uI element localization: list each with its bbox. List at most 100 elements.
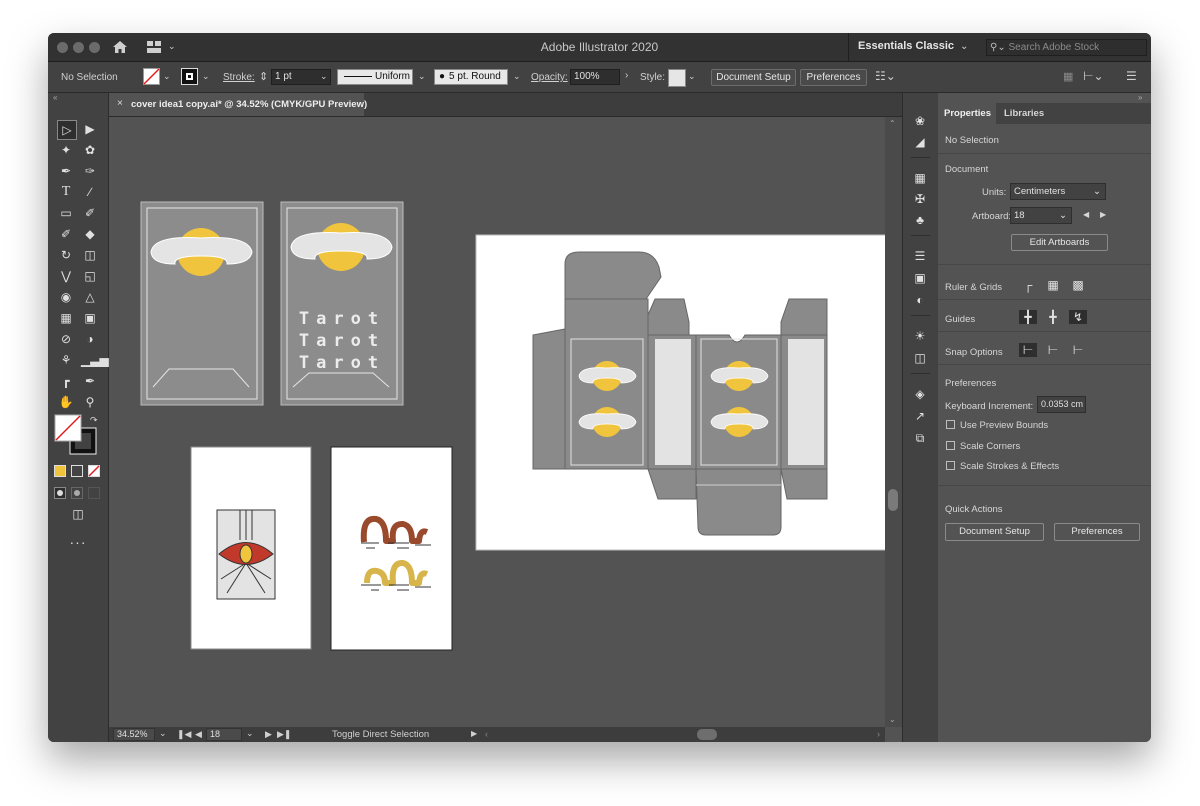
use-preview-bounds-checkbox[interactable]	[946, 420, 955, 429]
status-menu-icon[interactable]: ▶	[471, 729, 477, 738]
quick-preferences-button[interactable]: Preferences	[1054, 523, 1140, 541]
chevron-right-icon[interactable]: ›	[877, 729, 880, 739]
chevron-right-icon[interactable]: ›	[625, 70, 628, 81]
collapse-panel-icon[interactable]: »	[1138, 93, 1142, 102]
keyboard-increment-field[interactable]: 0.0353 cm	[1037, 396, 1086, 413]
color-mode-buttons[interactable]	[54, 465, 102, 477]
snap-to-point-icon[interactable]: ⊢	[1019, 343, 1037, 357]
chevron-left-icon[interactable]: ‹	[485, 729, 488, 739]
hand-tool-icon[interactable]: ✋	[57, 393, 75, 411]
snap-to-glyph-icon[interactable]: ⊢	[1069, 343, 1087, 357]
pen-tool-icon[interactable]: ✒	[57, 162, 75, 180]
eraser-tool-icon[interactable]: ◆	[81, 225, 99, 243]
artboard-serpent-card[interactable]	[330, 446, 453, 651]
rulers-icon[interactable]: ┌	[1019, 278, 1037, 292]
blend-tool-icon[interactable]: ◑	[81, 330, 99, 348]
edit-artboards-button[interactable]: Edit Artboards	[1011, 234, 1108, 251]
chevron-down-icon[interactable]: ⌄	[202, 71, 210, 82]
slice-tool-icon[interactable]: ✒	[81, 372, 99, 390]
zoom-tool-icon[interactable]: ⚲	[81, 393, 99, 411]
transparency-icon[interactable]: ◐	[911, 293, 929, 307]
stepper-icon[interactable]: ⇕	[259, 70, 268, 83]
scale-strokes-checkbox[interactable]	[946, 461, 955, 470]
layers-icon[interactable]: ◈	[911, 387, 929, 401]
symbol-sprayer-tool-icon[interactable]: ⚘	[57, 351, 75, 369]
scale-corners-checkbox[interactable]	[946, 441, 955, 450]
units-select[interactable]: Centimeters ⌄	[1010, 183, 1106, 200]
show-guides-icon[interactable]: ╋	[1019, 310, 1037, 324]
symbols-icon[interactable]: ♣	[911, 213, 929, 227]
opacity-field[interactable]: 100%	[570, 69, 620, 85]
chevron-up-icon[interactable]: ⌃	[889, 119, 896, 128]
eyedropper-tool-icon[interactable]: ⊘	[57, 330, 75, 348]
collapse-icon[interactable]: «	[53, 93, 57, 102]
workspace-switcher[interactable]: Essentials Classic	[858, 40, 954, 52]
scrollbar-thumb[interactable]	[888, 489, 898, 511]
tab-libraries[interactable]: Libraries	[1004, 108, 1044, 119]
brushes-icon[interactable]: ✠	[911, 192, 929, 206]
mesh-tool-icon[interactable]: ▦	[57, 309, 75, 327]
chevron-down-icon[interactable]: ⌄	[159, 728, 167, 739]
last-artboard-icon[interactable]: ▶❚	[277, 729, 291, 740]
curvature-tool-icon[interactable]: ✑	[81, 162, 99, 180]
graphic-styles-icon[interactable]: ◫	[911, 351, 929, 365]
rectangle-tool-icon[interactable]: ▭	[57, 204, 75, 222]
stroke-panel-icon[interactable]: ☰	[911, 249, 929, 263]
export-icon[interactable]: ↗	[911, 409, 929, 423]
distribute-icon[interactable]: ⊢⌄	[1083, 69, 1104, 83]
chevron-down-icon[interactable]: ⌄	[320, 71, 328, 82]
horizontal-scrollbar-thumb[interactable]	[697, 729, 717, 740]
stroke-label[interactable]: Stroke:	[223, 72, 255, 83]
quick-document-setup-button[interactable]: Document Setup	[945, 523, 1044, 541]
zoom-field[interactable]: 34.52%	[113, 728, 155, 741]
line-tool-icon[interactable]: ∕	[81, 183, 99, 201]
artboard-tool-icon[interactable]: ┏	[57, 372, 75, 390]
chevron-down-icon[interactable]: ⌄	[889, 715, 896, 724]
first-artboard-icon[interactable]: ❚◀	[177, 729, 191, 740]
direct-selection-tool-icon[interactable]: ▶	[81, 120, 99, 138]
snap-to-pixel-icon[interactable]: ⊢	[1044, 343, 1062, 357]
artboard-eye-card[interactable]	[190, 446, 312, 650]
document-setup-button[interactable]: Document Setup	[711, 69, 796, 86]
chevron-down-icon[interactable]: ⌄	[163, 71, 171, 82]
lock-guides-icon[interactable]: ╋	[1044, 310, 1062, 324]
document-tab[interactable]: × cover idea1 copy.ai* @ 34.52% (CMYK/GP…	[109, 93, 367, 116]
tab-properties[interactable]: Properties	[938, 103, 996, 124]
change-screen-mode-icon[interactable]: ◫	[69, 505, 87, 523]
opacity-label[interactable]: Opacity:	[531, 72, 568, 83]
fill-stroke-swatches[interactable]: ↷	[54, 414, 102, 458]
smart-guides-icon[interactable]: ↯	[1069, 310, 1087, 324]
chevron-down-icon[interactable]: ⌄	[960, 41, 968, 52]
color-palette-icon[interactable]: ❀	[911, 114, 929, 128]
scale-tool-icon[interactable]: ◫	[81, 246, 99, 264]
appearance-icon[interactable]: ☀	[911, 329, 929, 343]
fill-swatch[interactable]	[143, 68, 160, 85]
column-graph-tool-icon[interactable]: ▁▃▅	[81, 351, 109, 369]
panel-menu-icon[interactable]: ☰	[1126, 69, 1137, 83]
shape-builder-tool-icon[interactable]: ◉	[57, 288, 75, 306]
gradient-panel-icon[interactable]: ▣	[911, 271, 929, 285]
artboards-panel-icon[interactable]: ⧉	[911, 431, 929, 446]
lasso-tool-icon[interactable]: ✿	[81, 141, 99, 159]
swatches-icon[interactable]: ▦	[911, 171, 929, 185]
chevron-down-icon[interactable]: ⌄	[513, 71, 521, 82]
rotate-tool-icon[interactable]: ↻	[57, 246, 75, 264]
magic-wand-tool-icon[interactable]: ✦	[57, 141, 75, 159]
previous-artboard-icon[interactable]: ◀	[1083, 210, 1089, 219]
transparency-grid-icon[interactable]: ▩	[1069, 278, 1087, 292]
shaper-tool-icon[interactable]: ✐	[57, 225, 75, 243]
variable-width-profile[interactable]: Uniform	[337, 69, 413, 85]
gradient-tool-icon[interactable]: ▣	[81, 309, 99, 327]
brush-definition[interactable]: ● 5 pt. Round	[434, 69, 508, 85]
edit-toolbar-icon[interactable]: ···	[69, 533, 87, 551]
next-artboard-icon[interactable]: ▶	[1100, 210, 1106, 219]
stroke-swatch[interactable]	[181, 68, 198, 85]
stock-search-input[interactable]: ⚲⌄ Search Adobe Stock	[986, 39, 1147, 56]
align-icon[interactable]: ▦	[1063, 70, 1073, 83]
artboard-number-field[interactable]: 18	[206, 728, 242, 741]
canvas-area[interactable]: Tarot Tarot Tarot	[109, 117, 885, 727]
selection-tool-icon[interactable]: ▷	[57, 120, 77, 140]
artboard-card-back-1[interactable]	[140, 201, 264, 406]
close-tab-icon[interactable]: ×	[117, 98, 123, 109]
chevron-down-icon[interactable]: ⌄	[418, 71, 426, 82]
